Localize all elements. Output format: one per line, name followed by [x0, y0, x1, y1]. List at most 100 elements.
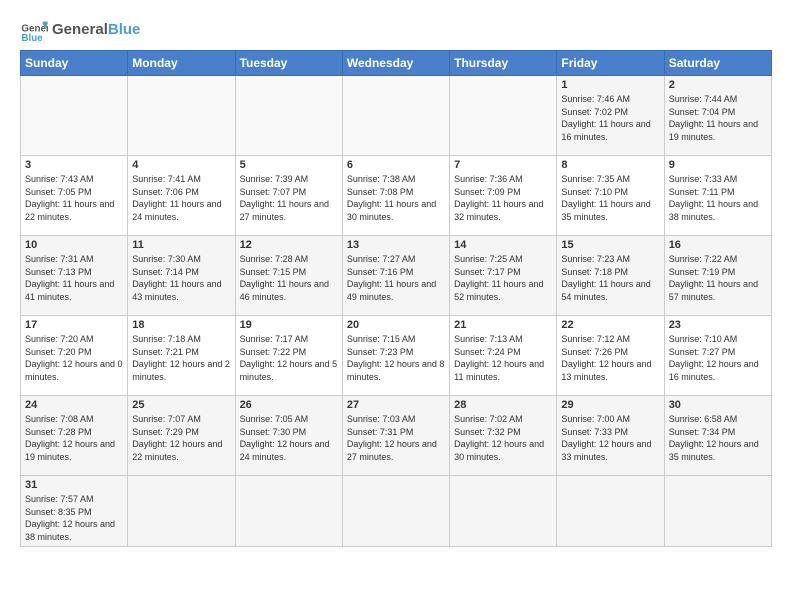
calendar-cell: 30Sunrise: 6:58 AM Sunset: 7:34 PM Dayli… [664, 396, 771, 476]
day-number: 6 [347, 159, 445, 171]
calendar-cell: 27Sunrise: 7:03 AM Sunset: 7:31 PM Dayli… [342, 396, 449, 476]
svg-text:Blue: Blue [21, 33, 43, 44]
calendar-cell [557, 476, 664, 547]
day-info: Sunrise: 7:17 AM Sunset: 7:22 PM Dayligh… [240, 333, 338, 383]
day-number: 26 [240, 399, 338, 411]
calendar-cell: 15 Sunrise: 7:23 AM Sunset: 7:18 PM Dayli… [557, 236, 664, 316]
day-info: Sunrise: 7:36 AM Sunset: 7:09 PM Dayligh… [454, 173, 552, 223]
calendar-cell [664, 476, 771, 547]
day-info: Sunrise: 7:12 AM Sunset: 7:26 PM Dayligh… [561, 333, 659, 383]
calendar-cell: 22 Sunrise: 7:12 AM Sunset: 7:26 PM Dayli… [557, 316, 664, 396]
calendar-cell [21, 76, 128, 156]
day-number: 18 [132, 319, 230, 331]
day-number: 10 [25, 239, 123, 251]
day-number: 21 [454, 319, 552, 331]
day-info: Sunrise: 7:22 AM Sunset: 7:19 PM Dayligh… [669, 253, 767, 303]
day-number: 31 [25, 479, 123, 491]
day-number: 4 [132, 159, 230, 171]
calendar-cell: 14Sunrise: 7:25 AM Sunset: 7:17 PM Dayli… [450, 236, 557, 316]
day-number: 13 [347, 239, 445, 251]
calendar-cell: 19 Sunrise: 7:17 AM Sunset: 7:22 PM Dayli… [235, 316, 342, 396]
week-row-1: 1 Sunrise: 7:46 AM Sunset: 7:02 PM Daylig… [21, 76, 772, 156]
day-number: 22 [561, 319, 659, 331]
day-info: Sunrise: 7:13 AM Sunset: 7:24 PM Dayligh… [454, 333, 552, 383]
logo-text: GeneralBlue [52, 21, 140, 39]
day-info: Sunrise: 7:00 AM Sunset: 7:33 PM Dayligh… [561, 413, 659, 463]
header-row: SundayMondayTuesdayWednesdayThursdayFrid… [21, 51, 772, 76]
calendar-cell: 23Sunrise: 7:10 AM Sunset: 7:27 PM Dayli… [664, 316, 771, 396]
day-number: 12 [240, 239, 338, 251]
day-info: Sunrise: 7:38 AM Sunset: 7:08 PM Dayligh… [347, 173, 445, 223]
day-number: 7 [454, 159, 552, 171]
day-info: Sunrise: 7:18 AM Sunset: 7:21 PM Dayligh… [132, 333, 230, 383]
header-cell-monday: Monday [128, 51, 235, 76]
calendar-cell: 1 Sunrise: 7:46 AM Sunset: 7:02 PM Daylig… [557, 76, 664, 156]
day-number: 11 [132, 239, 230, 251]
calendar-cell: 29Sunrise: 7:00 AM Sunset: 7:33 PM Dayli… [557, 396, 664, 476]
calendar-cell: 3 Sunrise: 7:43 AM Sunset: 7:05 PM Daylig… [21, 156, 128, 236]
day-info: Sunrise: 7:30 AM Sunset: 7:14 PM Dayligh… [132, 253, 230, 303]
day-number: 24 [25, 399, 123, 411]
day-info: Sunrise: 7:28 AM Sunset: 7:15 PM Dayligh… [240, 253, 338, 303]
day-info: Sunrise: 7:39 AM Sunset: 7:07 PM Dayligh… [240, 173, 338, 223]
calendar-header: SundayMondayTuesdayWednesdayThursdayFrid… [21, 51, 772, 76]
day-info: Sunrise: 7:41 AM Sunset: 7:06 PM Dayligh… [132, 173, 230, 223]
calendar-cell: 2 Sunrise: 7:44 AM Sunset: 7:04 PM Daylig… [664, 76, 771, 156]
logo-icon: General Blue [20, 16, 48, 44]
week-row-2: 3 Sunrise: 7:43 AM Sunset: 7:05 PM Daylig… [21, 156, 772, 236]
day-info: Sunrise: 7:03 AM Sunset: 7:31 PM Dayligh… [347, 413, 445, 463]
header-cell-friday: Friday [557, 51, 664, 76]
week-row-6: 31Sunrise: 7:57 AM Sunset: 8:35 PM Dayli… [21, 476, 772, 547]
day-number: 19 [240, 319, 338, 331]
calendar-cell: 9Sunrise: 7:33 AM Sunset: 7:11 PM Daylig… [664, 156, 771, 236]
day-info: Sunrise: 7:10 AM Sunset: 7:27 PM Dayligh… [669, 333, 767, 383]
calendar-cell [128, 476, 235, 547]
header-cell-wednesday: Wednesday [342, 51, 449, 76]
day-info: Sunrise: 7:20 AM Sunset: 7:20 PM Dayligh… [25, 333, 123, 383]
calendar-cell [450, 476, 557, 547]
header: General Blue GeneralBlue [20, 16, 772, 44]
day-info: Sunrise: 7:23 AM Sunset: 7:18 PM Dayligh… [561, 253, 659, 303]
calendar-cell: 10 Sunrise: 7:31 AM Sunset: 7:13 PM Dayli… [21, 236, 128, 316]
day-info: Sunrise: 7:44 AM Sunset: 7:04 PM Dayligh… [669, 93, 767, 143]
calendar-cell: 13 Sunrise: 7:27 AM Sunset: 7:16 PM Dayli… [342, 236, 449, 316]
calendar-table: SundayMondayTuesdayWednesdayThursdayFrid… [20, 50, 772, 547]
calendar-cell: 20Sunrise: 7:15 AM Sunset: 7:23 PM Dayli… [342, 316, 449, 396]
day-number: 30 [669, 399, 767, 411]
calendar-cell [235, 476, 342, 547]
calendar-body: 1 Sunrise: 7:46 AM Sunset: 7:02 PM Daylig… [21, 76, 772, 547]
calendar-cell: 26 Sunrise: 7:05 AM Sunset: 7:30 PM Dayli… [235, 396, 342, 476]
day-info: Sunrise: 7:08 AM Sunset: 7:28 PM Dayligh… [25, 413, 123, 463]
calendar-cell: 21 Sunrise: 7:13 AM Sunset: 7:24 PM Dayli… [450, 316, 557, 396]
calendar-cell: 17Sunrise: 7:20 AM Sunset: 7:20 PM Dayli… [21, 316, 128, 396]
calendar-cell: 8Sunrise: 7:35 AM Sunset: 7:10 PM Daylig… [557, 156, 664, 236]
calendar-cell: 11 Sunrise: 7:30 AM Sunset: 7:14 PM Dayli… [128, 236, 235, 316]
day-number: 3 [25, 159, 123, 171]
day-number: 25 [132, 399, 230, 411]
week-row-4: 17Sunrise: 7:20 AM Sunset: 7:20 PM Dayli… [21, 316, 772, 396]
day-number: 16 [669, 239, 767, 251]
day-number: 9 [669, 159, 767, 171]
day-info: Sunrise: 7:43 AM Sunset: 7:05 PM Dayligh… [25, 173, 123, 223]
day-info: Sunrise: 7:05 AM Sunset: 7:30 PM Dayligh… [240, 413, 338, 463]
day-number: 14 [454, 239, 552, 251]
calendar-cell: 18 Sunrise: 7:18 AM Sunset: 7:21 PM Dayli… [128, 316, 235, 396]
logo: General Blue GeneralBlue [20, 16, 140, 44]
calendar-cell [342, 476, 449, 547]
day-info: Sunrise: 7:35 AM Sunset: 7:10 PM Dayligh… [561, 173, 659, 223]
calendar-cell: 31Sunrise: 7:57 AM Sunset: 8:35 PM Dayli… [21, 476, 128, 547]
calendar-cell: 16 Sunrise: 7:22 AM Sunset: 7:19 PM Dayli… [664, 236, 771, 316]
header-cell-thursday: Thursday [450, 51, 557, 76]
header-cell-sunday: Sunday [21, 51, 128, 76]
day-number: 2 [669, 79, 767, 91]
calendar-cell [342, 76, 449, 156]
calendar-cell: 7 Sunrise: 7:36 AM Sunset: 7:09 PM Daylig… [450, 156, 557, 236]
day-info: Sunrise: 7:46 AM Sunset: 7:02 PM Dayligh… [561, 93, 659, 143]
calendar-cell [450, 76, 557, 156]
day-number: 15 [561, 239, 659, 251]
day-info: Sunrise: 7:31 AM Sunset: 7:13 PM Dayligh… [25, 253, 123, 303]
day-number: 1 [561, 79, 659, 91]
calendar-cell: 6 Sunrise: 7:38 AM Sunset: 7:08 PM Daylig… [342, 156, 449, 236]
calendar-cell: 24 Sunrise: 7:08 AM Sunset: 7:28 PM Dayli… [21, 396, 128, 476]
day-info: Sunrise: 7:27 AM Sunset: 7:16 PM Dayligh… [347, 253, 445, 303]
